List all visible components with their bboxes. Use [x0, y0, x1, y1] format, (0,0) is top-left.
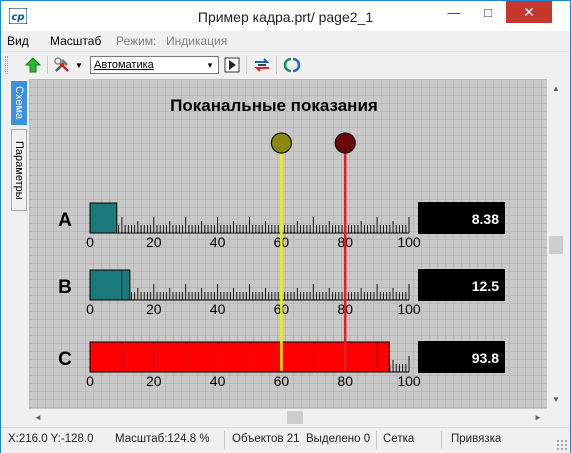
channel-label: A	[58, 210, 72, 231]
side-tabs: Схема Параметры	[9, 79, 27, 409]
status-coords: X:216.0 Y:-128.0	[8, 433, 94, 445]
resize-grip[interactable]	[556, 439, 568, 451]
mode-label: Режим:	[116, 34, 157, 48]
scale-tick-label: 20	[146, 373, 162, 389]
refresh-icon[interactable]	[282, 55, 302, 75]
value-readout-text: 8.38	[472, 211, 499, 227]
status-selected: Выделено 0	[306, 433, 371, 445]
status-grid[interactable]: Сетка	[383, 433, 414, 445]
toolbar-separator	[246, 56, 247, 74]
select-chevron-icon: ▾	[207, 60, 213, 70]
menu-view[interactable]: Вид	[7, 34, 29, 48]
status-separator	[224, 431, 225, 449]
scale-tick-label: 0	[86, 234, 94, 250]
toolbar-grip[interactable]	[5, 56, 8, 74]
horizontal-scrollbar[interactable]: ◄ ►	[29, 409, 547, 426]
scroll-up-icon[interactable]: ▲	[550, 82, 562, 94]
status-zoom: Масштаб:124.8 %	[115, 433, 210, 445]
status-snap[interactable]: Привязка	[451, 433, 501, 445]
scale-tick-label: 40	[210, 234, 226, 250]
scale-tick-label: 100	[397, 301, 421, 317]
scale-tick-label: 80	[337, 373, 353, 389]
play-frame-icon[interactable]	[222, 55, 242, 75]
channel-value-bar	[89, 202, 118, 234]
switch-icon[interactable]	[252, 55, 272, 75]
menu-scale[interactable]: Масштаб	[50, 34, 101, 48]
tools-dropdown-icon[interactable]: ▼	[73, 55, 85, 75]
tab-schema[interactable]: Схема	[11, 81, 27, 125]
mode-value: Индикация	[166, 34, 228, 48]
scroll-right-icon[interactable]: ►	[532, 411, 544, 424]
scroll-down-icon[interactable]: ▼	[550, 393, 562, 405]
toolbar: ▼ Автоматика ▾	[1, 51, 570, 77]
tab-params[interactable]: Параметры	[11, 129, 27, 211]
app-window: cp Пример кадра.prt/ page2_1 — □ ✕ Вид М…	[0, 0, 571, 453]
mode-select-value: Автоматика	[94, 59, 154, 71]
scale-tick-label: 40	[210, 373, 226, 389]
title-bar: cp Пример кадра.prt/ page2_1 — □ ✕	[1, 1, 570, 31]
scale-tick-label: 0	[86, 301, 94, 317]
scale-tick-label: 100	[397, 373, 421, 389]
vertical-scrollbar[interactable]: ▲ ▼	[547, 79, 565, 409]
marker-red	[334, 132, 356, 371]
scale-tick-label: 100	[397, 234, 421, 250]
status-objects: Объектов 21	[232, 433, 300, 445]
horizontal-scroll-thumb[interactable]	[287, 411, 303, 424]
marker-knob	[334, 132, 356, 154]
status-separator	[441, 431, 442, 449]
value-readout-text: 93.8	[472, 350, 499, 366]
markers-layer	[270, 132, 356, 371]
scale-tick-label: 60	[274, 373, 290, 389]
marker-yellow	[270, 132, 292, 371]
frame-canvas[interactable]: Поканальные показания A0204060801008.38B…	[29, 79, 547, 409]
status-separator	[376, 431, 377, 449]
tools-icon[interactable]	[52, 55, 72, 75]
channel-label: C	[58, 349, 72, 370]
toolbar-separator	[47, 56, 48, 74]
maximize-button[interactable]: □	[471, 1, 505, 23]
display-title: Поканальные показания	[170, 96, 378, 115]
menu-bar: Вид Масштаб Режим: Индикация	[1, 31, 570, 51]
channel-value-bar	[89, 269, 131, 301]
minimize-button[interactable]: —	[437, 1, 471, 23]
vertical-scroll-thumb[interactable]	[549, 236, 563, 254]
channel-label: B	[58, 277, 72, 298]
mode-select[interactable]: Автоматика ▾	[90, 56, 219, 74]
scale-tick-label: 0	[86, 373, 94, 389]
status-bar: X:216.0 Y:-128.0 Масштаб:124.8 % Объекто…	[1, 427, 570, 453]
indicator-scene: Поканальные показания A0204060801008.38B…	[58, 96, 505, 389]
toolbar-separator	[276, 56, 277, 74]
value-readout-text: 12.5	[472, 278, 499, 294]
up-arrow-icon[interactable]	[23, 55, 43, 75]
scale-tick-label: 20	[146, 301, 162, 317]
scale-tick-label: 40	[210, 301, 226, 317]
scale-tick-label: 20	[146, 234, 162, 250]
scroll-left-icon[interactable]: ◄	[32, 411, 44, 424]
close-button[interactable]: ✕	[506, 1, 552, 23]
marker-knob	[270, 132, 292, 154]
